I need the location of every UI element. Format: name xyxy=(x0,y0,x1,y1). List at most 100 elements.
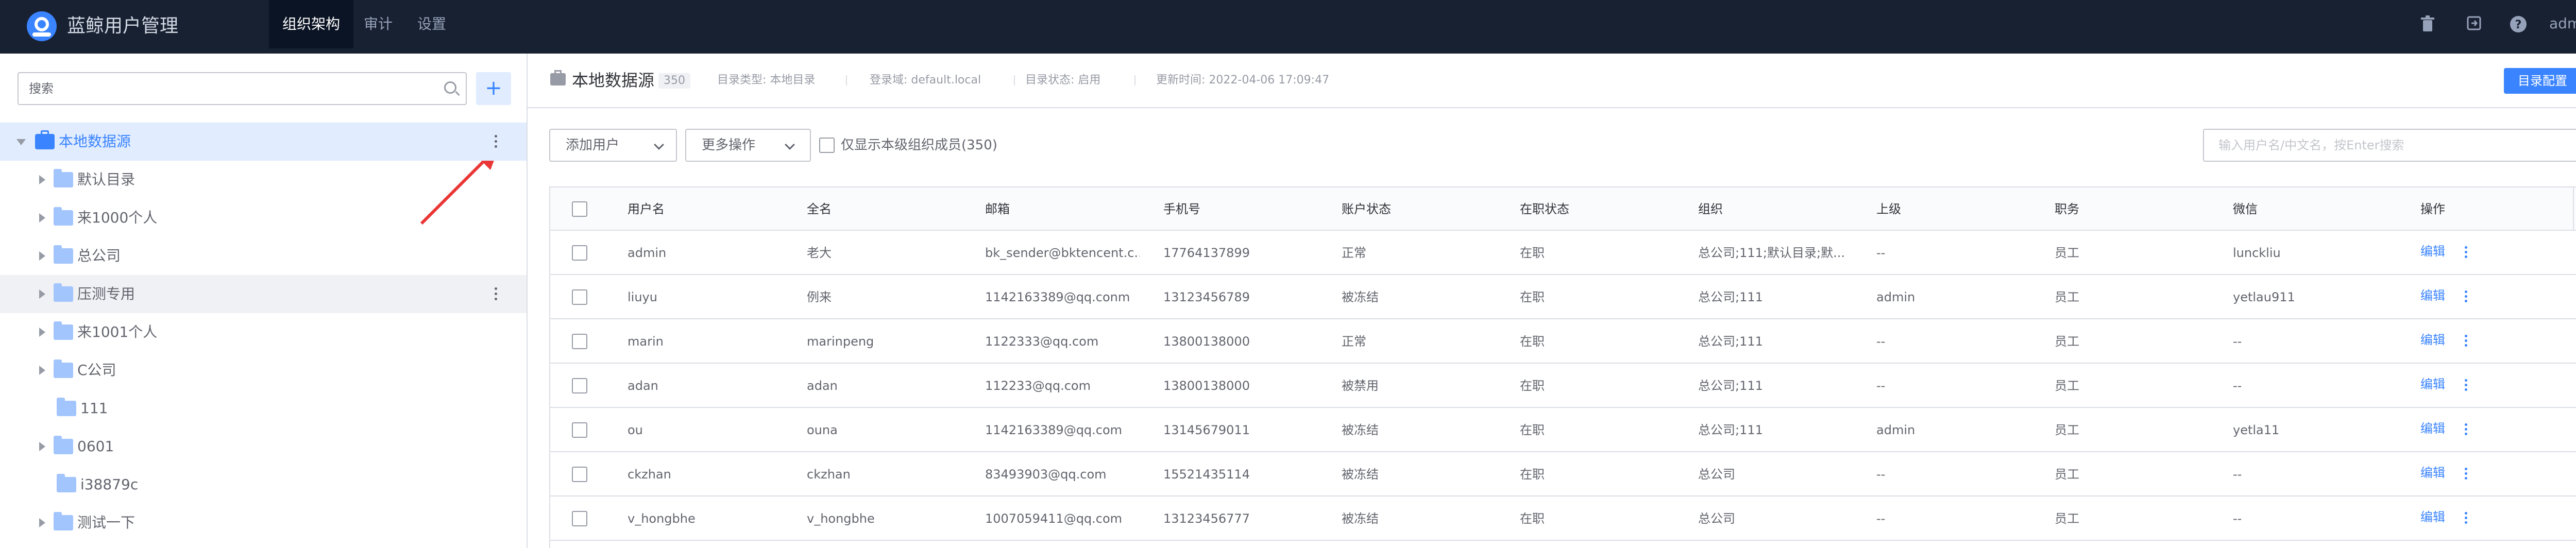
table-cell: 总公司;111 xyxy=(1698,290,1763,304)
row-checkbox[interactable] xyxy=(572,289,587,305)
nav-settings[interactable]: 设置 xyxy=(404,0,460,48)
more-vertical-icon[interactable] xyxy=(2465,468,2468,481)
col-header[interactable]: 用户名 xyxy=(628,187,665,231)
table-row[interactable]: liuyu 例来 1142163389@qq.conm 13123456789 被冻结 在… xyxy=(550,275,2576,319)
more-vertical-icon[interactable] xyxy=(2465,335,2468,348)
tree-node[interactable]: 压测专用 xyxy=(0,275,527,313)
row-checkbox[interactable] xyxy=(572,422,587,438)
updated-value: 2022-04-06 17:09:47 xyxy=(1209,74,1330,87)
tree-node[interactable]: 来1001个人 xyxy=(0,313,527,351)
tree-node-label: 来1001个人 xyxy=(77,323,158,340)
col-header[interactable]: 账户状态 xyxy=(1342,187,1391,231)
more-vertical-icon[interactable] xyxy=(495,135,498,148)
org-search-box[interactable] xyxy=(18,72,467,105)
chevron-right-icon[interactable] xyxy=(39,518,45,527)
table-row[interactable]: admin 老大 bk_sender@bktencent.c... 177641378… xyxy=(550,231,2576,275)
chevron-right-icon[interactable] xyxy=(39,251,45,261)
col-header[interactable]: 职务 xyxy=(2055,187,2079,231)
table-row[interactable]: ou ouna 1142163389@qq.com 13145679011 被冻结 在职 总… xyxy=(550,408,2576,452)
tree-node[interactable]: 0601 xyxy=(0,427,527,466)
table-cell: lunckliu xyxy=(2233,246,2281,260)
table-cell: 被冻结 xyxy=(1342,467,1379,482)
row-checkbox[interactable] xyxy=(572,334,587,349)
table-row[interactable]: v_hongbhe v_hongbhe 1007059411@qq.com 13123… xyxy=(550,496,2576,541)
more-vertical-icon[interactable] xyxy=(2465,379,2468,392)
col-header[interactable]: 组织 xyxy=(1698,187,1723,231)
more-vertical-icon[interactable] xyxy=(2465,512,2468,525)
only-direct-label[interactable]: 仅显示本级组织成员(350) xyxy=(841,129,997,162)
chevron-right-icon[interactable] xyxy=(39,213,45,222)
user-table: 用户名 全名 邮箱 手机号 账户状态 在职状态 组织 上级 职务 微信 操作 a… xyxy=(549,186,2576,548)
table-cell: yetlau911 xyxy=(2233,290,2295,304)
help-icon[interactable]: ? xyxy=(2509,15,2528,34)
col-header[interactable]: 邮箱 xyxy=(985,187,1010,231)
table-row[interactable]: marin marinpeng 1122333@qq.com 13800138000 正… xyxy=(550,319,2576,364)
tree-node[interactable]: 测试一下 xyxy=(0,504,527,542)
only-direct-checkbox[interactable] xyxy=(819,138,835,153)
edit-link[interactable]: 编辑 xyxy=(2420,231,2445,272)
tree-node[interactable]: i38879c xyxy=(0,466,527,504)
chevron-down-icon[interactable] xyxy=(16,139,26,145)
table-row[interactable]: adan adan 112233@qq.com 13800138000 被禁用 在职 总公司… xyxy=(550,364,2576,408)
divider xyxy=(846,75,847,85)
row-checkbox[interactable] xyxy=(572,511,587,526)
col-header[interactable]: 微信 xyxy=(2233,187,2258,231)
edit-link[interactable]: 编辑 xyxy=(2420,408,2445,449)
col-header[interactable]: 全名 xyxy=(807,187,832,231)
select-all-checkbox[interactable] xyxy=(572,201,587,217)
more-ops-dropdown[interactable]: 更多操作 xyxy=(685,129,811,162)
table-cell: 13145679011 xyxy=(1163,423,1250,437)
table-cell: 总公司 xyxy=(1698,467,1735,482)
col-header[interactable]: 上级 xyxy=(1876,187,1901,231)
nav-org-structure[interactable]: 组织架构 xyxy=(269,0,354,48)
edit-link[interactable]: 编辑 xyxy=(2420,275,2445,316)
chevron-right-icon[interactable] xyxy=(39,175,45,184)
nav-audit[interactable]: 审计 xyxy=(350,0,406,48)
table-cell: 1122333@qq.com xyxy=(985,334,1099,349)
export-icon[interactable] xyxy=(2465,15,2483,34)
more-vertical-icon[interactable] xyxy=(2465,290,2468,304)
more-vertical-icon[interactable] xyxy=(495,287,498,301)
chevron-right-icon[interactable] xyxy=(39,289,45,299)
tree-node-root[interactable]: 本地数据源 xyxy=(0,123,527,161)
table-cell: ckzhan xyxy=(807,467,851,482)
chevron-right-icon[interactable] xyxy=(39,442,45,451)
tree-node[interactable]: C公司 xyxy=(0,351,527,389)
divider xyxy=(1014,75,1015,85)
more-vertical-icon[interactable] xyxy=(2465,246,2468,260)
col-header[interactable]: 在职状态 xyxy=(1520,187,1569,231)
more-vertical-icon[interactable] xyxy=(2465,423,2468,437)
table-cell: ckzhan xyxy=(628,467,671,482)
table-row[interactable]: ckzhan ckzhan 83493903@qq.com 15521435114 被冻… xyxy=(550,452,2576,496)
table-cell: ou xyxy=(628,423,643,437)
row-checkbox[interactable] xyxy=(572,467,587,482)
chevron-right-icon[interactable] xyxy=(39,366,45,375)
table-cell: 在职 xyxy=(1520,246,1545,260)
tree-node[interactable]: 111 xyxy=(0,389,527,427)
table-cell: -- xyxy=(2233,511,2242,526)
table-cell: 员工 xyxy=(2055,379,2079,393)
chevron-right-icon[interactable] xyxy=(39,328,45,337)
tree-node[interactable]: 来1000个人 xyxy=(0,199,527,237)
user-search-input[interactable] xyxy=(2203,129,2576,162)
edit-link[interactable]: 编辑 xyxy=(2420,364,2445,405)
row-checkbox[interactable] xyxy=(572,378,587,393)
user-menu[interactable]: admin xyxy=(2549,12,2576,35)
add-org-button[interactable]: + xyxy=(476,72,511,105)
edit-link[interactable]: 编辑 xyxy=(2420,496,2445,538)
trash-icon[interactable] xyxy=(2418,15,2437,34)
add-user-dropdown[interactable]: 添加用户 xyxy=(549,129,677,162)
folder-icon xyxy=(54,436,73,454)
tree-node[interactable]: 默认目录 xyxy=(0,161,527,199)
edit-link[interactable]: 编辑 xyxy=(2420,319,2445,361)
tree-node[interactable]: 总公司 xyxy=(0,237,527,275)
row-checkbox[interactable] xyxy=(572,245,587,261)
org-search-input[interactable] xyxy=(19,73,431,104)
table-cell: -- xyxy=(1876,467,1886,482)
edit-link[interactable]: 编辑 xyxy=(2420,452,2445,493)
dir-config-button[interactable]: 目录配置 xyxy=(2504,68,2576,94)
column-settings[interactable] xyxy=(2573,187,2576,231)
table-cell: admin xyxy=(1876,423,1916,437)
table-cell: -- xyxy=(2233,379,2242,393)
col-header[interactable]: 手机号 xyxy=(1163,187,1200,231)
